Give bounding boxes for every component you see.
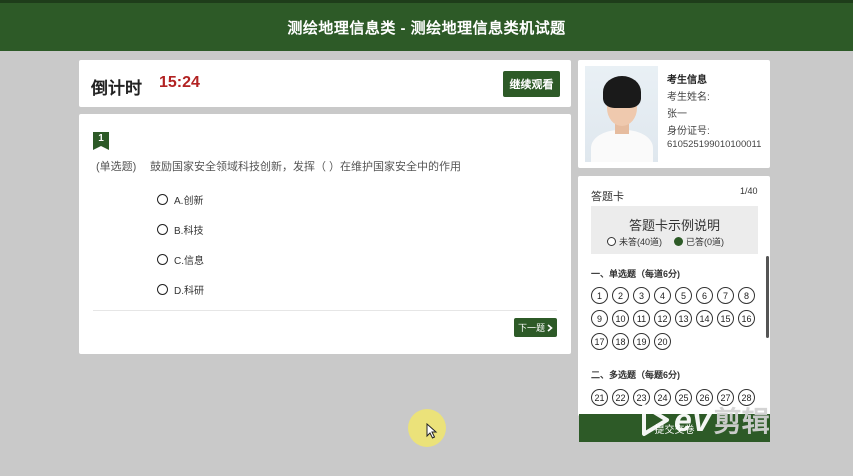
answer-card-title: 答题卡 bbox=[591, 191, 624, 203]
answer-card-question-4[interactable]: 4 bbox=[654, 287, 671, 304]
radio-button[interactable] bbox=[157, 193, 168, 205]
candidate-id-number: 610525199010100011 bbox=[667, 139, 762, 150]
question-text: 鼓励国家安全领域科技创新，发挥（ ）在维护国家安全中的作用 bbox=[150, 161, 462, 173]
answer-card-question-16[interactable]: 16 bbox=[738, 310, 755, 327]
question-number: 1 bbox=[98, 133, 104, 144]
answer-card-question-1[interactable]: 1 bbox=[591, 287, 608, 304]
answer-card-question-9[interactable]: 9 bbox=[591, 310, 608, 327]
option-label: C.信息 bbox=[174, 255, 204, 267]
countdown-value: 15:24 bbox=[159, 74, 200, 91]
exam-title: 测绘地理信息类 - 测绘地理信息类机试题 bbox=[287, 19, 566, 37]
option-b[interactable]: B.科技 bbox=[157, 214, 204, 244]
answer-card-scrollbar[interactable] bbox=[766, 256, 769, 338]
legend-row: 未答(40道) 已答(0道) bbox=[607, 235, 724, 248]
legend-title: 答题卡示例说明 bbox=[628, 218, 720, 233]
watermark-suffix: 剪辑 bbox=[713, 406, 770, 437]
answer-card-question-14[interactable]: 14 bbox=[696, 310, 713, 327]
answer-card-question-19[interactable]: 19 bbox=[633, 333, 650, 350]
answer-card-question-15[interactable]: 15 bbox=[717, 310, 734, 327]
answer-card-question-17[interactable]: 17 bbox=[591, 333, 608, 350]
radio-button[interactable] bbox=[157, 223, 168, 235]
candidate-name-label: 考生姓名: bbox=[667, 92, 710, 103]
countdown-label: 倒计时 bbox=[91, 79, 142, 98]
section-single-choice-title: 一、单选题（每道6分) bbox=[591, 269, 681, 279]
legend-unanswered: 未答(40道) bbox=[619, 237, 663, 247]
top-header-bar: 测绘地理信息类 - 测绘地理信息类机试题 bbox=[0, 0, 853, 51]
option-c[interactable]: C.信息 bbox=[157, 244, 204, 274]
candidate-info-panel: 考生信息 考生姓名: 张一 身份证号: 610525199010100011 bbox=[578, 60, 770, 168]
answer-card-question-11[interactable]: 11 bbox=[633, 310, 650, 327]
answer-card-question-10[interactable]: 10 bbox=[612, 310, 629, 327]
section-multi-choice-title: 二、多选题（每题6分) bbox=[591, 370, 681, 380]
answer-card-question-8[interactable]: 8 bbox=[738, 287, 755, 304]
candidate-name: 张一 bbox=[667, 109, 687, 120]
divider bbox=[93, 310, 557, 311]
candidate-info-title: 考生信息 bbox=[667, 75, 707, 86]
answer-card-question-6[interactable]: 6 bbox=[696, 287, 713, 304]
unanswered-dot-icon bbox=[607, 237, 616, 246]
ev-editor-watermark: ev 剪辑 bbox=[640, 400, 770, 440]
radio-button[interactable] bbox=[157, 253, 168, 265]
answer-card-question-5[interactable]: 5 bbox=[675, 287, 692, 304]
chevron-right-icon bbox=[547, 323, 553, 332]
option-d[interactable]: D.科研 bbox=[157, 274, 204, 304]
next-question-button[interactable]: 下一题 bbox=[514, 318, 557, 337]
timer-panel: 倒计时 15:24 继续观看 bbox=[79, 60, 571, 107]
radio-button[interactable] bbox=[157, 283, 168, 295]
next-question-label: 下一题 bbox=[517, 323, 545, 333]
question-type: (单选题) bbox=[96, 161, 137, 173]
question-panel: 1 (单选题) 鼓励国家安全领域科技创新，发挥（ ）在维护国家安全中的作用 A.… bbox=[79, 114, 571, 354]
option-a[interactable]: A.创新 bbox=[157, 184, 204, 214]
option-label: B.科技 bbox=[174, 225, 204, 237]
option-label: A.创新 bbox=[174, 195, 204, 207]
watermark-brand: ev bbox=[674, 401, 712, 438]
continue-watching-button[interactable]: 继续观看 bbox=[503, 71, 560, 97]
answer-card-question-12[interactable]: 12 bbox=[654, 310, 671, 327]
answer-options: A.创新 B.科技 C.信息 D.科研 bbox=[157, 184, 204, 304]
answer-card-panel: 答题卡 1/40 答题卡示例说明 未答(40道) 已答(0道) 一、单选题（每道… bbox=[578, 176, 770, 416]
answer-card-question-13[interactable]: 13 bbox=[675, 310, 692, 327]
answer-card-question-7[interactable]: 7 bbox=[717, 287, 734, 304]
legend-answered: 已答(0道) bbox=[686, 237, 725, 247]
answer-card-question-2[interactable]: 2 bbox=[612, 287, 629, 304]
mouse-cursor-icon bbox=[426, 423, 438, 439]
answer-card-question-18[interactable]: 18 bbox=[612, 333, 629, 350]
answer-card-question-21[interactable]: 21 bbox=[591, 389, 608, 406]
question-number-flag: 1 bbox=[93, 132, 109, 150]
answer-card-question-20[interactable]: 20 bbox=[654, 333, 671, 350]
answer-card-legend: 答题卡示例说明 未答(40道) 已答(0道) bbox=[591, 206, 758, 254]
option-label: D.科研 bbox=[174, 285, 204, 297]
answered-dot-icon bbox=[674, 237, 684, 246]
answer-progress-count: 1/40 bbox=[740, 186, 758, 196]
candidate-id-label: 身份证号: bbox=[667, 126, 710, 137]
answer-card-question-22[interactable]: 22 bbox=[612, 389, 629, 406]
play-logo-icon bbox=[642, 404, 669, 436]
single-choice-grid: 1 2 3 4 5 6 7 8 9 10 11 12 13 14 15 16 17 18 19 20 bbox=[591, 287, 755, 350]
candidate-photo bbox=[585, 66, 658, 162]
answer-card-question-3[interactable]: 3 bbox=[633, 287, 650, 304]
